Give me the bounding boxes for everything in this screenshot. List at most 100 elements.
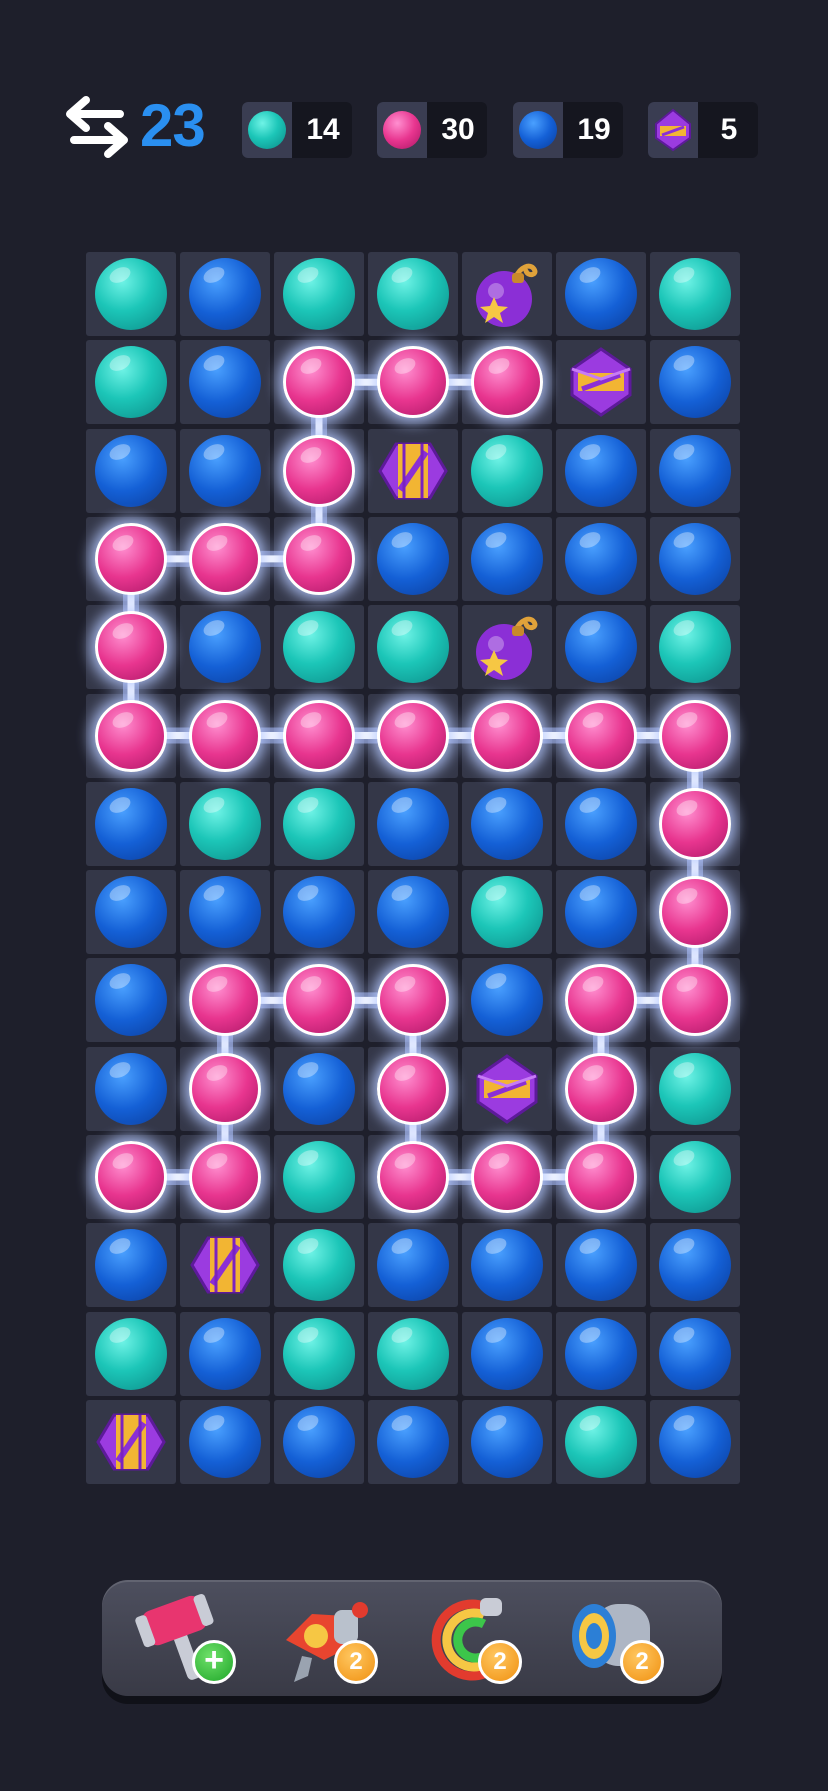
pink-ball[interactable] (283, 522, 355, 595)
teal-ball[interactable] (377, 258, 449, 330)
blue-ball[interactable] (659, 434, 731, 507)
blue-ball[interactable] (471, 1229, 543, 1302)
blue-ball[interactable] (95, 434, 167, 507)
blue-ball[interactable] (565, 876, 637, 949)
blue-ball[interactable] (659, 522, 731, 595)
teal-ball[interactable] (377, 1317, 449, 1390)
pink-ball[interactable] (471, 699, 543, 772)
pink-ball[interactable] (659, 964, 731, 1037)
blue-ball[interactable] (565, 1317, 637, 1390)
pink-ball[interactable] (95, 611, 167, 684)
booster-magnet[interactable]: 2 (416, 1586, 526, 1690)
blue-ball[interactable] (189, 434, 261, 507)
purple-lantern-icon[interactable] (562, 343, 640, 421)
blue-ball[interactable] (189, 1317, 261, 1390)
blue-ball[interactable] (95, 1052, 167, 1125)
booster-cannon[interactable]: 2 (558, 1586, 668, 1690)
pink-ball[interactable] (377, 1141, 449, 1213)
blue-ball[interactable] (377, 1405, 449, 1478)
teal-ball[interactable] (95, 346, 167, 419)
teal-ball[interactable] (471, 434, 543, 507)
purple-bomb-icon[interactable] (468, 608, 546, 686)
blue-ball[interactable] (565, 1229, 637, 1302)
blue-ball[interactable] (659, 1405, 731, 1478)
blue-ball[interactable] (189, 346, 261, 419)
pink-ball[interactable] (283, 699, 355, 772)
blue-ball[interactable] (189, 1405, 261, 1478)
blue-ball[interactable] (565, 787, 637, 860)
pink-ball[interactable] (95, 1141, 167, 1213)
teal-ball[interactable] (283, 787, 355, 860)
purple-bomb-icon[interactable] (468, 255, 546, 333)
teal-ball[interactable] (95, 1317, 167, 1390)
blue-ball[interactable] (565, 611, 637, 684)
pink-ball[interactable] (95, 699, 167, 772)
teal-ball[interactable] (95, 258, 167, 330)
blue-ball[interactable] (95, 876, 167, 949)
blue-ball[interactable] (471, 1317, 543, 1390)
pink-ball[interactable] (659, 699, 731, 772)
teal-ball[interactable] (283, 611, 355, 684)
teal-ball[interactable] (283, 258, 355, 330)
teal-ball[interactable] (189, 787, 261, 860)
blue-ball[interactable] (659, 346, 731, 419)
blue-ball[interactable] (659, 1229, 731, 1302)
blue-ball[interactable] (189, 611, 261, 684)
purple-candy-icon[interactable] (92, 1403, 170, 1481)
blue-ball[interactable] (377, 787, 449, 860)
blue-ball[interactable] (565, 258, 637, 330)
pink-ball[interactable] (471, 1141, 543, 1213)
teal-ball[interactable] (565, 1405, 637, 1478)
purple-candy-icon[interactable] (374, 432, 452, 510)
teal-ball[interactable] (659, 258, 731, 330)
blue-ball[interactable] (565, 522, 637, 595)
teal-ball[interactable] (283, 1229, 355, 1302)
blue-ball[interactable] (189, 876, 261, 949)
blue-ball[interactable] (283, 1405, 355, 1478)
blue-ball[interactable] (471, 787, 543, 860)
pink-ball[interactable] (189, 964, 261, 1037)
teal-ball[interactable] (659, 611, 731, 684)
booster-hammer[interactable]: + (130, 1586, 240, 1690)
pink-ball[interactable] (377, 1052, 449, 1125)
pink-ball[interactable] (189, 699, 261, 772)
pink-ball[interactable] (565, 964, 637, 1037)
booster-rocket[interactable]: 2 (272, 1586, 382, 1690)
pink-ball[interactable] (471, 346, 543, 419)
teal-ball[interactable] (471, 876, 543, 949)
pink-ball[interactable] (377, 964, 449, 1037)
blue-ball[interactable] (565, 434, 637, 507)
purple-lantern-icon[interactable] (468, 1050, 546, 1128)
blue-ball[interactable] (471, 964, 543, 1037)
pink-ball[interactable] (189, 1141, 261, 1213)
pink-ball[interactable] (283, 434, 355, 507)
blue-ball[interactable] (95, 964, 167, 1037)
teal-ball[interactable] (377, 611, 449, 684)
blue-ball[interactable] (471, 522, 543, 595)
pink-ball[interactable] (95, 522, 167, 595)
pink-ball[interactable] (659, 876, 731, 949)
teal-ball[interactable] (659, 1052, 731, 1125)
blue-ball[interactable] (471, 1405, 543, 1478)
blue-ball[interactable] (377, 876, 449, 949)
pink-ball[interactable] (189, 1052, 261, 1125)
pink-ball[interactable] (283, 346, 355, 419)
blue-ball[interactable] (377, 522, 449, 595)
pink-ball[interactable] (565, 1141, 637, 1213)
pink-ball[interactable] (189, 522, 261, 595)
blue-ball[interactable] (659, 1317, 731, 1390)
blue-ball[interactable] (95, 1229, 167, 1302)
blue-ball[interactable] (283, 876, 355, 949)
blue-ball[interactable] (283, 1052, 355, 1125)
teal-ball[interactable] (659, 1141, 731, 1213)
teal-ball[interactable] (283, 1141, 355, 1213)
pink-ball[interactable] (565, 1052, 637, 1125)
pink-ball[interactable] (377, 346, 449, 419)
blue-ball[interactable] (189, 258, 261, 330)
pink-ball[interactable] (659, 787, 731, 860)
pink-ball[interactable] (565, 699, 637, 772)
blue-ball[interactable] (95, 787, 167, 860)
blue-ball[interactable] (377, 1229, 449, 1302)
pink-ball[interactable] (283, 964, 355, 1037)
teal-ball[interactable] (283, 1317, 355, 1390)
